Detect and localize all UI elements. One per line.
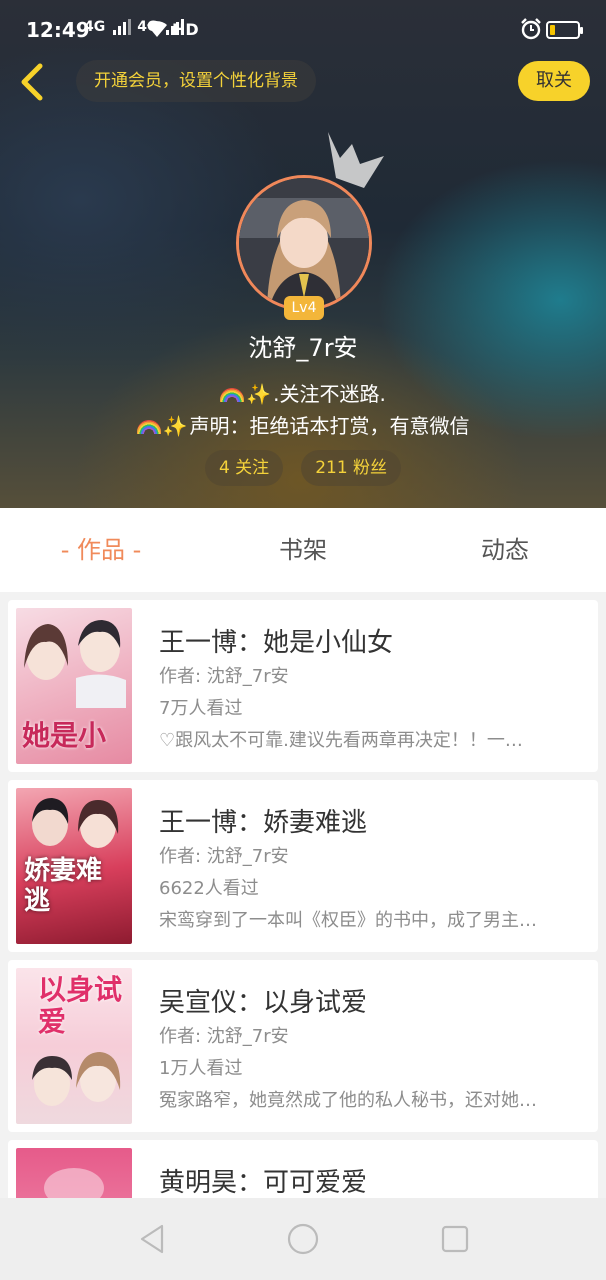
tab-bookshelf[interactable]: 书架 xyxy=(202,508,404,592)
bio-line-1: ✨ .关注不迷路. xyxy=(0,378,606,407)
avatar-container[interactable] xyxy=(236,175,372,311)
back-triangle-icon[interactable] xyxy=(136,1222,170,1256)
work-views: 7万人看过 xyxy=(159,698,243,719)
work-author: 作者: 沈舒_7r安 xyxy=(159,1026,289,1047)
work-views: 6622人看过 xyxy=(159,878,259,899)
level-badge: Lv4 xyxy=(284,296,324,320)
work-title[interactable]: 王一博：娇妻难逃 xyxy=(159,802,367,839)
work-card[interactable]: 娇妻难逃 王一博：娇妻难逃 作者: 沈舒_7r安 6622人看过 宋鸾穿到了一本… xyxy=(8,780,598,952)
work-views: 1万人看过 xyxy=(159,1058,243,1079)
rainbow-icon xyxy=(136,420,161,434)
following-count[interactable]: 4 关注 xyxy=(204,450,284,486)
network-label-1: 4G xyxy=(84,19,106,35)
profile-header: 12:49 4G 4G HD 开通会员，设置个性化背景 取关 Lv4 沈舒_7r… xyxy=(0,0,606,508)
work-description: 冤家路窄，她竟然成了他的私人秘书，还对她… xyxy=(159,1090,537,1111)
avatar[interactable] xyxy=(236,175,372,311)
home-circle-icon[interactable] xyxy=(286,1222,320,1256)
book-cover[interactable]: 以身试爱 xyxy=(16,968,132,1124)
unfollow-button[interactable]: 取关 xyxy=(518,61,590,101)
work-description: 宋鸾穿到了一本叫《权臣》的书中，成了男主… xyxy=(159,910,537,931)
hd-label: HD xyxy=(172,20,199,39)
work-card[interactable]: 以身试爱 吴宣仪：以身试爱 作者: 沈舒_7r安 1万人看过 冤家路窄，她竟然成… xyxy=(8,960,598,1132)
alarm-icon xyxy=(521,18,541,40)
bio-text-2: 声明：拒绝话本打赏，有意微信 xyxy=(189,414,470,438)
work-author: 作者: 沈舒_7r安 xyxy=(159,666,289,687)
cover-title: 她是小 xyxy=(22,719,107,752)
tab-activity[interactable]: 动态 xyxy=(404,508,606,592)
bio-text-1: .关注不迷路. xyxy=(273,382,386,406)
cover-title: 以身试爱 xyxy=(38,973,123,1038)
bio-line-2: ✨ 声明：拒绝话本打赏，有意微信 xyxy=(0,410,606,439)
avatar-photo xyxy=(239,178,369,308)
sparkle-icon: ✨ xyxy=(162,414,188,438)
book-cover[interactable]: 娇妻难逃 xyxy=(16,788,132,944)
work-title[interactable]: 王一博：她是小仙女 xyxy=(159,622,393,659)
fans-count[interactable]: 211 粉丝 xyxy=(301,450,402,486)
username: 沈舒_7r安 xyxy=(248,334,358,362)
back-button[interactable] xyxy=(12,60,52,104)
status-bar: 12:49 4G 4G HD xyxy=(0,0,606,58)
recents-square-icon[interactable] xyxy=(438,1222,472,1256)
work-description: ♡跟风太不可靠.建议先看两章再决定！！一… xyxy=(159,730,523,751)
status-time: 12:49 xyxy=(26,18,90,42)
member-background-button[interactable]: 开通会员，设置个性化背景 xyxy=(76,60,316,102)
network-indicator: 4G 4G xyxy=(84,19,185,35)
signal-icon xyxy=(113,19,132,35)
sparkle-icon: ✨ xyxy=(246,382,272,406)
cover-title: 娇妻难逃 xyxy=(24,856,103,916)
profile-tabs: - 作品 - 书架 动态 xyxy=(0,508,606,592)
battery-icon xyxy=(546,21,583,39)
rainbow-icon xyxy=(220,388,245,402)
work-title[interactable]: 黄明昊：可可爱爱 xyxy=(159,1162,367,1199)
work-author: 作者: 沈舒_7r安 xyxy=(159,846,289,867)
system-nav-bar xyxy=(0,1198,606,1280)
wifi-icon xyxy=(147,21,167,37)
book-cover[interactable]: 她是小 xyxy=(16,608,132,764)
work-card[interactable]: 她是小 王一博：她是小仙女 作者: 沈舒_7r安 7万人看过 ♡跟风太不可靠.建… xyxy=(8,600,598,772)
work-title[interactable]: 吴宣仪：以身试爱 xyxy=(159,982,367,1019)
tab-works[interactable]: - 作品 - xyxy=(0,508,202,592)
profile-stats: 4 关注 211 粉丝 xyxy=(0,450,606,486)
